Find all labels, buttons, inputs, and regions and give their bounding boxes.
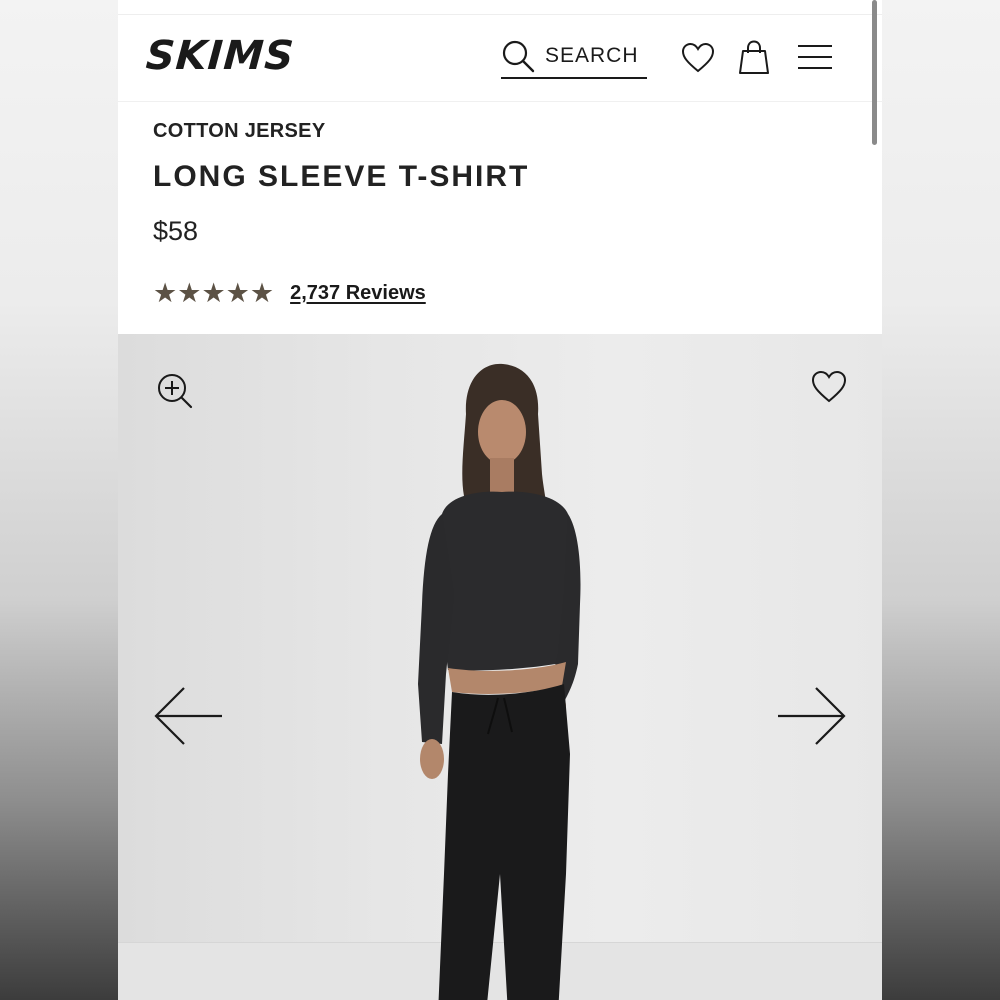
product-photo	[418, 363, 581, 1000]
product-title: LONG SLEEVE T-SHIRT	[153, 160, 530, 193]
site-header: SKIMS SEARCH	[118, 14, 882, 102]
arrow-left-icon[interactable]	[154, 686, 224, 746]
zoom-in-icon[interactable]	[156, 372, 194, 410]
search-bar[interactable]: SEARCH	[501, 35, 647, 79]
shopping-bag-icon[interactable]	[738, 39, 770, 75]
star-rating: ★ ★ ★ ★ ★	[153, 277, 275, 308]
product-category: COTTON JERSEY	[153, 120, 326, 142]
reviews-link[interactable]: 2,737 Reviews	[290, 282, 426, 305]
product-image-gallery[interactable]	[118, 334, 882, 1000]
star-icon: ★	[249, 277, 275, 308]
star-icon: ★	[153, 277, 178, 308]
star-icon: ★	[201, 277, 226, 308]
product-price: $58	[153, 216, 199, 246]
search-label: SEARCH	[545, 44, 639, 67]
product-info: COTTON JERSEY LONG SLEEVE T-SHIRT $58 ★ …	[118, 100, 882, 334]
heart-icon[interactable]	[811, 370, 847, 404]
hamburger-menu-icon[interactable]	[797, 43, 833, 71]
scrollbar[interactable]	[872, 0, 877, 145]
heart-icon[interactable]	[681, 42, 715, 74]
product-rating[interactable]: ★ ★ ★ ★ ★ 2,737 Reviews	[153, 276, 426, 310]
arrow-right-icon[interactable]	[776, 686, 846, 746]
product-page: SKIMS SEARCH COTTON JERSEY LONG SLEEVE T…	[118, 0, 882, 1000]
star-icon: ★	[225, 277, 250, 308]
search-icon	[502, 40, 535, 73]
star-icon: ★	[177, 277, 202, 308]
brand-logo[interactable]: SKIMS	[144, 33, 296, 79]
